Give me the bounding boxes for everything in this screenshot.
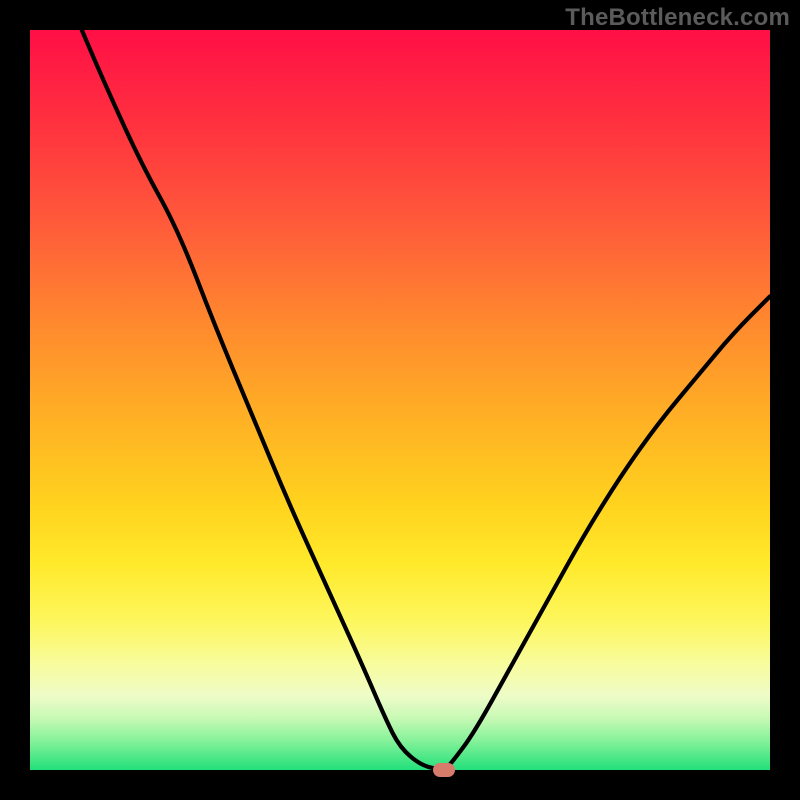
min-point-marker bbox=[433, 763, 455, 777]
plot-area bbox=[30, 30, 770, 770]
watermark-text: TheBottleneck.com bbox=[565, 4, 790, 32]
chart-frame: TheBottleneck.com bbox=[0, 0, 800, 800]
